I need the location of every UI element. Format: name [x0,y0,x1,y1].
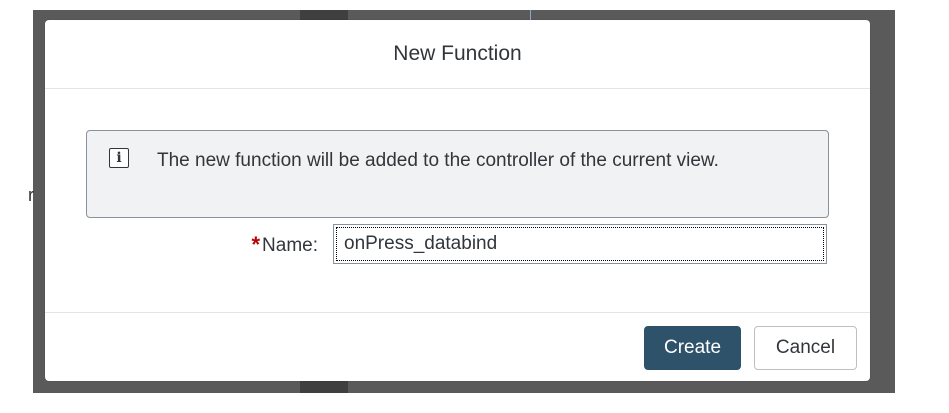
background-divider [530,10,531,20]
info-message-strip: i The new function will be added to the … [86,130,829,218]
name-label-text: Name: [262,235,318,256]
create-button[interactable]: Create [644,326,741,370]
info-icon: i [109,148,129,168]
background-text: r [28,185,34,205]
dialog-header: New Function [45,20,870,89]
dialog-title: New Function [393,42,522,65]
name-label: * Name: [251,231,318,257]
info-message-text: The new function will be added to the co… [157,150,719,171]
required-indicator: * [251,232,261,257]
dialog-footer: Create Cancel [45,312,870,382]
name-input[interactable] [333,224,827,264]
cancel-button[interactable]: Cancel [754,326,857,370]
new-function-dialog: New Function i The new function will be … [45,20,870,381]
name-form-row: * Name: [45,224,870,264]
